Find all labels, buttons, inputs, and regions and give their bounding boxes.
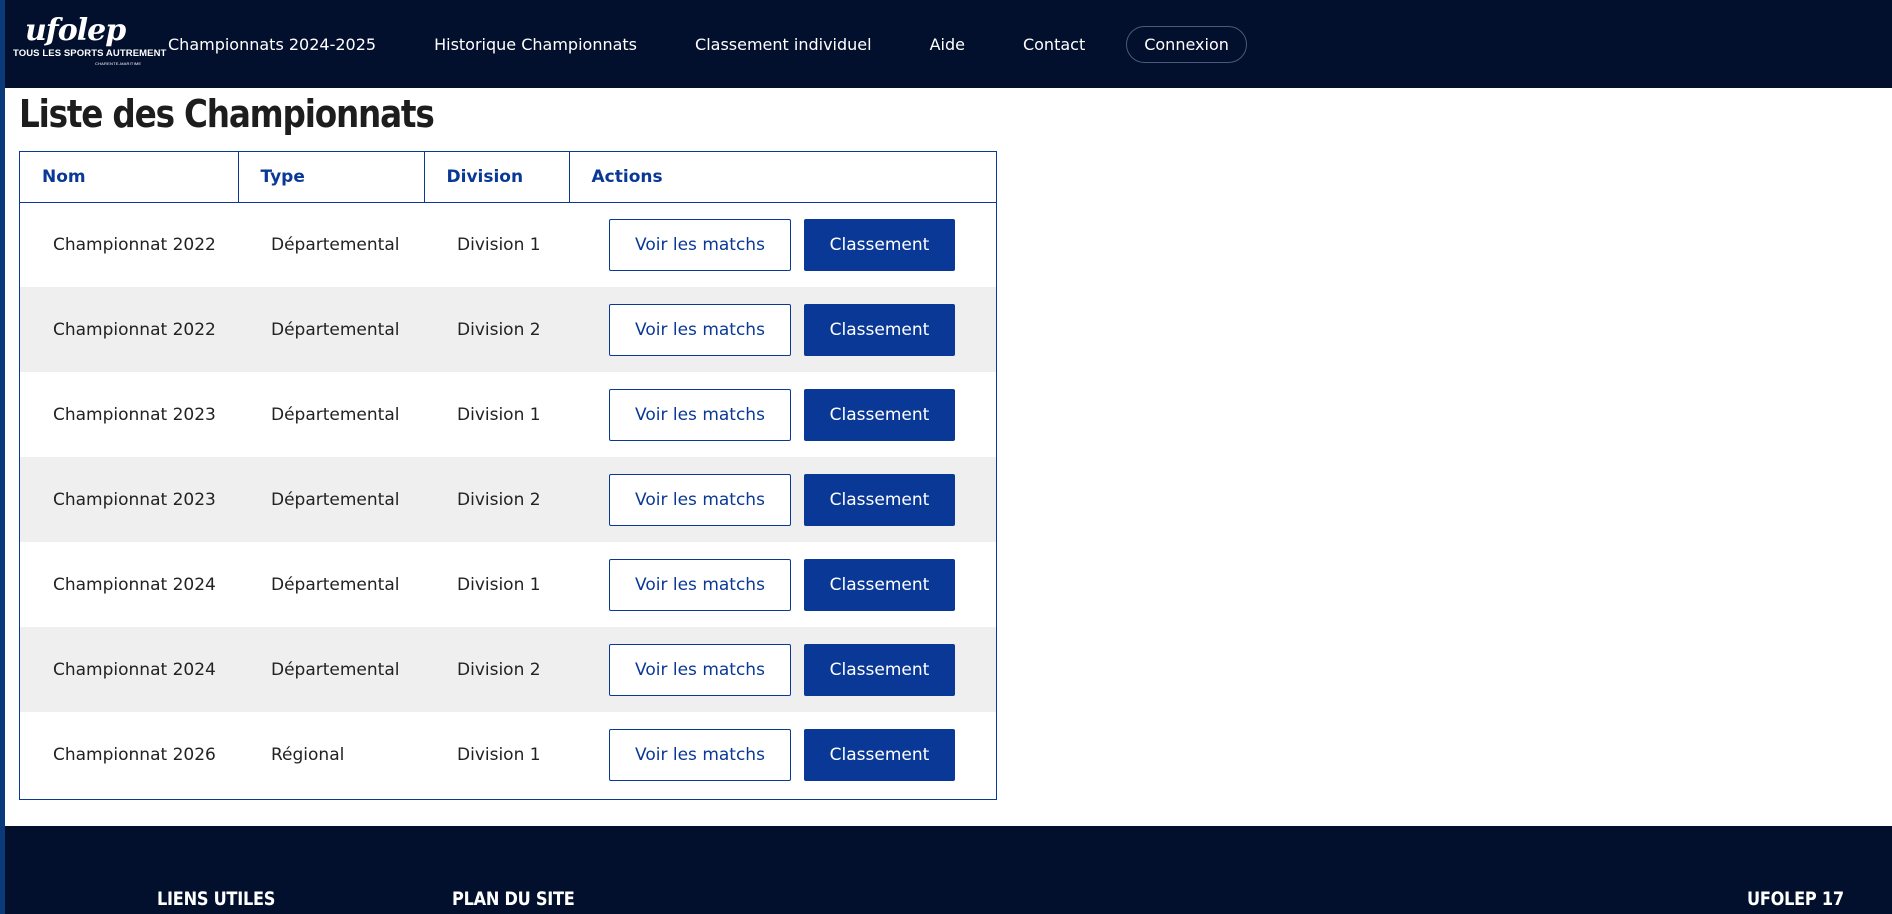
nav-championnats-2024-2025[interactable]: Championnats 2024-2025	[168, 35, 376, 54]
table-header-row: Nom Type Division Actions	[20, 152, 996, 203]
cell-type: Départemental	[271, 574, 400, 595]
cell-actions: Voir les matchs Classement	[569, 287, 996, 372]
cell-actions: Voir les matchs Classement	[569, 712, 996, 797]
logo-tagline: TOUS LES SPORTS AUTREMENT	[13, 48, 167, 59]
view-matches-button[interactable]: Voir les matchs	[609, 388, 791, 441]
ranking-button[interactable]: Classement	[804, 303, 955, 356]
cell-type: Départemental	[271, 489, 400, 510]
table-row: Championnat 2022 Départemental Division …	[20, 287, 996, 372]
table-row: Championnat 2022 Départemental Division …	[20, 202, 996, 287]
view-matches-button[interactable]: Voir les matchs	[609, 643, 791, 696]
cell-nom: Championnat 2023	[53, 489, 216, 510]
footer-heading-org: UFOLEP 17	[1747, 888, 1844, 910]
cell-actions: Voir les matchs Classement	[569, 372, 996, 457]
ranking-button[interactable]: Classement	[804, 558, 955, 611]
cell-type: Départemental	[271, 319, 400, 340]
cell-nom: Championnat 2022	[53, 234, 216, 255]
column-header-nom: Nom	[20, 152, 239, 203]
ranking-button[interactable]: Classement	[804, 473, 955, 526]
view-matches-button[interactable]: Voir les matchs	[609, 473, 791, 526]
top-navbar: ufolep TOUS LES SPORTS AUTREMENT CHARENT…	[5, 0, 1892, 88]
cell-type: Régional	[271, 744, 345, 765]
nav-contact[interactable]: Contact	[1023, 35, 1085, 54]
cell-type: Départemental	[271, 659, 400, 680]
cell-type: Départemental	[271, 404, 400, 425]
view-matches-button[interactable]: Voir les matchs	[609, 303, 791, 356]
cell-division: Division 2	[457, 659, 541, 680]
table-row: Championnat 2024 Départemental Division …	[20, 627, 996, 712]
championnats-table: Nom Type Division Actions Championnat 20…	[19, 151, 997, 800]
column-header-actions: Actions	[569, 152, 996, 203]
cell-actions: Voir les matchs Classement	[569, 457, 996, 542]
cell-nom: Championnat 2024	[53, 574, 216, 595]
column-header-type: Type	[238, 152, 425, 203]
ranking-button[interactable]: Classement	[804, 643, 955, 696]
site-footer: LIENS UTILES PLAN DU SITE UFOLEP 17	[5, 826, 1892, 914]
nav-classement-individuel[interactable]: Classement individuel	[695, 35, 872, 54]
cell-nom: Championnat 2023	[53, 404, 216, 425]
table-row: Championnat 2023 Départemental Division …	[20, 457, 996, 542]
cell-division: Division 2	[457, 319, 541, 340]
ranking-button[interactable]: Classement	[804, 388, 955, 441]
ranking-button[interactable]: Classement	[804, 728, 955, 781]
cell-actions: Voir les matchs Classement	[569, 627, 996, 712]
cell-actions: Voir les matchs Classement	[569, 202, 996, 287]
page-title: Liste des Championnats	[19, 92, 435, 136]
page-frame: ufolep TOUS LES SPORTS AUTREMENT CHARENT…	[5, 0, 1892, 914]
footer-heading-sitemap: PLAN DU SITE	[452, 888, 575, 910]
cell-nom: Championnat 2026	[53, 744, 216, 765]
cell-nom: Championnat 2022	[53, 319, 216, 340]
ranking-button[interactable]: Classement	[804, 218, 955, 271]
cell-type: Départemental	[271, 234, 400, 255]
main-nav: Championnats 2024-2025 Historique Champi…	[168, 0, 1247, 88]
cell-division: Division 1	[457, 234, 541, 255]
login-button[interactable]: Connexion	[1126, 25, 1247, 63]
nav-historique-championnats[interactable]: Historique Championnats	[434, 35, 637, 54]
footer-heading-useful-links: LIENS UTILES	[157, 888, 276, 910]
cell-division: Division 1	[457, 744, 541, 765]
cell-division: Division 2	[457, 489, 541, 510]
logo-word: ufolep	[25, 13, 126, 48]
table-row: Championnat 2026 Régional Division 1 Voi…	[20, 712, 996, 797]
ufolep-logo[interactable]: ufolep TOUS LES SPORTS AUTREMENT CHARENT…	[9, 13, 166, 70]
view-matches-button[interactable]: Voir les matchs	[609, 218, 791, 271]
cell-actions: Voir les matchs Classement	[569, 542, 996, 627]
table-row: Championnat 2024 Départemental Division …	[20, 542, 996, 627]
table-row: Championnat 2023 Départemental Division …	[20, 372, 996, 457]
column-header-division: Division	[424, 152, 570, 203]
cell-nom: Championnat 2024	[53, 659, 216, 680]
cell-division: Division 1	[457, 404, 541, 425]
view-matches-button[interactable]: Voir les matchs	[609, 728, 791, 781]
cell-division: Division 1	[457, 574, 541, 595]
logo-sub: CHARENTE-MARITIME	[95, 61, 142, 66]
view-matches-button[interactable]: Voir les matchs	[609, 558, 791, 611]
nav-aide[interactable]: Aide	[930, 35, 965, 54]
